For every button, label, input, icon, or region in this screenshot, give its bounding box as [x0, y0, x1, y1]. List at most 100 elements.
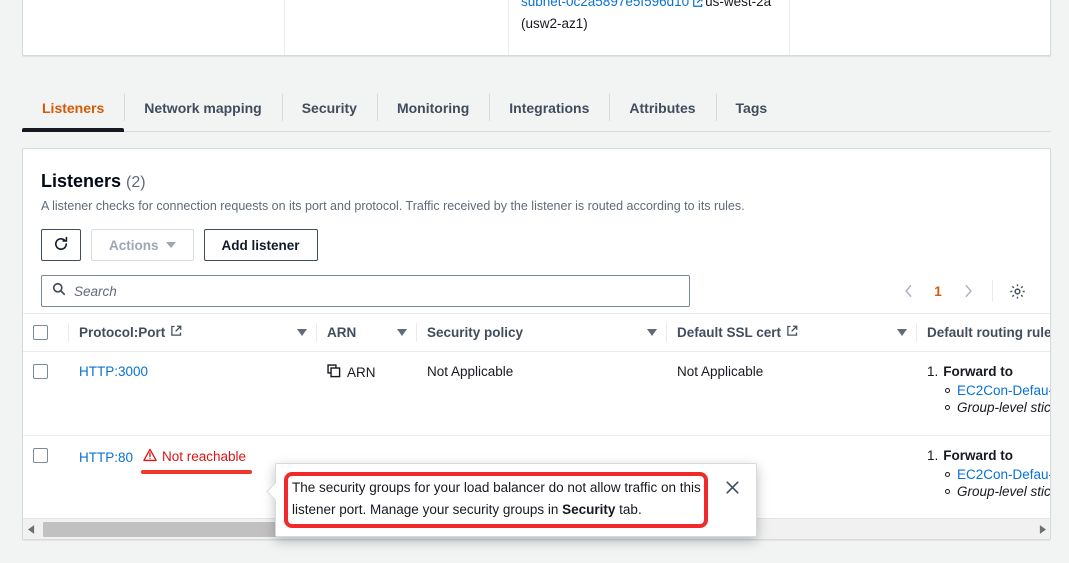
- bullet-icon: [945, 489, 950, 494]
- search-icon: [52, 282, 66, 301]
- scroll-right-arrow[interactable]: [1034, 524, 1050, 534]
- tab-listeners[interactable]: Listeners: [22, 84, 125, 132]
- tab-network-mapping[interactable]: Network mapping: [124, 84, 281, 131]
- pagination-page-1[interactable]: 1: [925, 278, 951, 304]
- refresh-button[interactable]: [41, 229, 81, 262]
- refresh-icon: [53, 236, 69, 255]
- close-icon: [726, 481, 739, 494]
- pagination-divider: [992, 280, 993, 303]
- rule-number: 1.: [927, 448, 939, 463]
- tab-attributes[interactable]: Attributes: [609, 84, 715, 131]
- tab-monitoring[interactable]: Monitoring: [376, 84, 489, 131]
- column-header-security-policy[interactable]: Security policy: [417, 313, 667, 352]
- row-select-cell: [23, 351, 69, 436]
- subnet-link[interactable]: subnet-0c2a5897e5f596d10: [521, 0, 689, 9]
- cell-default-routing-rule: 1. Forward to EC2Con-Defau-CE: [917, 351, 1050, 436]
- column-label: Default routing rule: [927, 325, 1050, 340]
- tab-integrations[interactable]: Integrations: [489, 84, 609, 131]
- status-badge-not-reachable[interactable]: Not reachable: [141, 448, 253, 474]
- target-group-link[interactable]: EC2Con-Defau-CE: [957, 383, 1050, 398]
- panel-title-text: Listeners: [41, 171, 122, 191]
- table-preferences-button[interactable]: [1002, 276, 1032, 306]
- status-label: Not reachable: [162, 449, 247, 464]
- chevron-right-icon: [965, 285, 972, 298]
- actions-dropdown-button[interactable]: Actions: [91, 229, 194, 262]
- rule-action: Forward to: [943, 448, 1014, 463]
- tab-bar: Listeners Network mapping Security Monit…: [22, 84, 1051, 132]
- cell-default-ssl-cert: Not Applicable: [667, 351, 917, 436]
- table-row: HTTP:3000 ARN Not Applicable Not Applica…: [23, 351, 1050, 436]
- chevron-down-icon: [165, 242, 176, 249]
- triangle-left-icon: [27, 524, 34, 534]
- tab-label: Tags: [735, 99, 768, 116]
- sort-arrow-icon[interactable]: [633, 329, 657, 336]
- tab-tags[interactable]: Tags: [715, 84, 788, 131]
- bullet-icon: [945, 405, 950, 410]
- add-listener-label: Add listener: [221, 237, 300, 253]
- column-header-default-routing-rule[interactable]: Default routing rule: [917, 313, 1050, 352]
- pagination-next-button[interactable]: [953, 276, 983, 306]
- popover-message: The security groups for your load balanc…: [292, 477, 714, 522]
- panel-actions: Actions Add listener: [41, 229, 1032, 262]
- arn-label: ARN: [347, 365, 376, 380]
- column-header-default-ssl-cert[interactable]: Default SSL cert: [667, 313, 917, 352]
- rule-note: Group-level stickin: [957, 400, 1050, 415]
- sort-arrow-icon[interactable]: [283, 329, 307, 336]
- rule-note: Group-level stickin: [957, 484, 1050, 499]
- pagination-prev-button[interactable]: [893, 276, 923, 306]
- column-label: ARN: [327, 325, 357, 340]
- popover-text-bold: Security: [562, 502, 616, 518]
- column-label: Protocol:Port: [79, 325, 166, 340]
- select-all-checkbox[interactable]: [33, 325, 48, 340]
- row-select-cell: [23, 435, 69, 517]
- popover-text-part2: tab.: [615, 502, 642, 518]
- cell-protocol-port: HTTP:3000: [69, 351, 317, 436]
- filter-row: Search 1: [23, 275, 1050, 308]
- tab-label: Integrations: [509, 99, 590, 116]
- tab-label: Monitoring: [396, 99, 470, 116]
- triangle-right-icon: [1039, 524, 1046, 534]
- column-header-arn[interactable]: ARN: [317, 313, 417, 352]
- search-input[interactable]: Search: [41, 275, 690, 308]
- row-checkbox[interactable]: [33, 364, 48, 379]
- cell-security-policy: Not Applicable: [417, 351, 667, 436]
- detail-cell-4: [790, 0, 1050, 55]
- annotation-underline: [141, 470, 253, 474]
- pagination: 1: [893, 276, 1032, 306]
- external-link-icon: [786, 325, 798, 340]
- column-label: Default SSL cert: [677, 325, 782, 340]
- sort-arrow-icon[interactable]: [383, 329, 407, 336]
- chevron-left-icon: [904, 285, 911, 298]
- select-all-header: [23, 313, 69, 352]
- popover-close-button[interactable]: [724, 479, 742, 497]
- scroll-left-arrow[interactable]: [23, 524, 39, 534]
- table-header-row: Protocol:Port ARN Security policy Defaul…: [23, 313, 1050, 352]
- row-checkbox[interactable]: [33, 448, 48, 463]
- cell-default-routing-rule: 1. Forward to EC2Con-Defau-CE: [917, 435, 1050, 517]
- listener-link[interactable]: HTTP:80: [79, 450, 133, 465]
- listener-count: (2): [126, 174, 146, 191]
- search-placeholder: Search: [74, 283, 117, 299]
- add-listener-button[interactable]: Add listener: [203, 229, 318, 262]
- external-link-icon: [692, 0, 703, 14]
- copy-icon[interactable]: [327, 364, 341, 381]
- page-title: Listeners (2): [41, 171, 1032, 192]
- tab-label: Listeners: [42, 99, 105, 116]
- bullet-icon: [945, 472, 950, 477]
- external-link-icon: [170, 325, 182, 340]
- page-root: subnet-0c2a5897e5f596d10 us-west-2a (usw2…: [0, 0, 1069, 563]
- detail-cell-subnet: subnet-0c2a5897e5f596d10 us-west-2a (usw2…: [509, 0, 790, 55]
- tab-security[interactable]: Security: [281, 84, 377, 131]
- column-label: Security policy: [427, 325, 524, 340]
- load-balancer-detail-table: subnet-0c2a5897e5f596d10 us-west-2a (usw2…: [22, 0, 1051, 56]
- target-group-link[interactable]: EC2Con-Defau-CE: [957, 467, 1050, 482]
- sort-arrow-icon[interactable]: [883, 329, 907, 336]
- tab-label: Network mapping: [144, 99, 262, 116]
- rule-number: 1.: [927, 364, 939, 379]
- detail-cell-1: [23, 0, 285, 55]
- actions-label: Actions: [109, 237, 159, 253]
- panel-description: A listener checks for connection request…: [41, 199, 745, 213]
- column-header-protocol-port[interactable]: Protocol:Port: [69, 313, 317, 352]
- listener-link[interactable]: HTTP:3000: [79, 364, 148, 379]
- warning-triangle-icon: [143, 448, 157, 465]
